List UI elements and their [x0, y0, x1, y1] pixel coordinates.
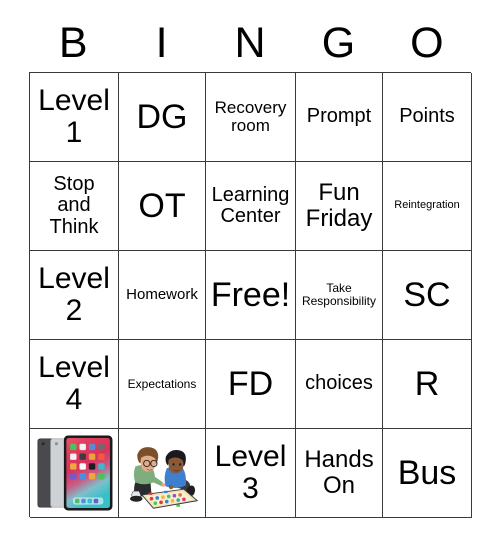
bingo-cell-label: Points: [399, 105, 455, 128]
bingo-cell-label: Homework: [126, 285, 198, 303]
bingo-cell-n1[interactable]: Recovery room: [206, 73, 296, 162]
bingo-cell-o4[interactable]: R: [383, 340, 472, 429]
bingo-cell-label: Level 1: [38, 83, 110, 149]
bingo-cell-g4[interactable]: choices: [296, 340, 383, 429]
bingo-cell-b2[interactable]: Stop and Think: [30, 162, 119, 251]
bingo-cell-label: Recovery room: [214, 97, 287, 135]
bingo-header-letter-b: B: [58, 18, 88, 67]
bingo-cell-label: Bus: [397, 453, 457, 492]
bingo-cell-label: R: [414, 364, 440, 403]
bingo-cell-label: Level 2: [38, 261, 110, 327]
bingo-cell-label: choices: [305, 372, 373, 395]
bingo-cell-label: Fun Friday: [305, 179, 373, 232]
bingo-cell-b1[interactable]: Level 1: [30, 73, 119, 162]
ipads-illustration: [32, 431, 116, 515]
bingo-cell-label: Stop and Think: [49, 172, 99, 238]
bingo-header-letter-o: O: [410, 18, 444, 67]
bingo-cell-label: Prompt: [306, 105, 372, 128]
bingo-cell-i1[interactable]: DG: [119, 73, 206, 162]
bingo-cell-b3[interactable]: Level 2: [30, 251, 119, 340]
bingo-cell-label: OT: [138, 186, 186, 225]
bingo-header-letter-i: I: [155, 18, 168, 67]
bingo-cell-g5[interactable]: Hands On: [296, 429, 383, 518]
bingo-cell-o2[interactable]: Reintegration: [383, 162, 472, 251]
bingo-cell-b5[interactable]: [30, 429, 119, 518]
bingo-cell-g1[interactable]: Prompt: [296, 73, 383, 162]
bingo-cell-o1[interactable]: Points: [383, 73, 472, 162]
bingo-header-letter-n: N: [234, 18, 266, 67]
bingo-cell-label: Hands On: [304, 446, 374, 499]
bingo-cell-o5[interactable]: Bus: [383, 429, 472, 518]
bingo-cell-label: Learning Center: [211, 183, 290, 227]
bingo-cell-label: Level 3: [214, 439, 287, 505]
bingo-header-row: B I N G O: [29, 14, 471, 72]
bingo-card: B I N G O Level 1 DG Recovery room Prompt Po…: [0, 0, 500, 544]
bingo-cell-label: Level 4: [38, 350, 110, 416]
bingo-cell-g2[interactable]: Fun Friday: [296, 162, 383, 251]
bingo-cell-label: FD: [227, 364, 274, 403]
bingo-cell-i5[interactable]: [119, 429, 206, 518]
bingo-cell-label: SC: [403, 275, 451, 314]
bingo-cell-i4[interactable]: Expectations: [119, 340, 206, 429]
bingo-cell-i2[interactable]: OT: [119, 162, 206, 251]
bingo-cell-n5[interactable]: Level 3: [206, 429, 296, 518]
bingo-cell-label: Take Responsibility: [301, 281, 377, 308]
bingo-cell-i3[interactable]: Homework: [119, 251, 206, 340]
bingo-cell-label: Expectations: [127, 376, 197, 391]
bingo-grid: Level 1 DG Recovery room Prompt Points Stop a…: [29, 72, 472, 518]
bingo-cell-n3[interactable]: Free!: [206, 251, 296, 340]
bingo-header-letter-g: G: [321, 18, 356, 67]
bingo-cell-g3[interactable]: Take Responsibility: [296, 251, 383, 340]
bingo-cell-label: DG: [136, 97, 188, 136]
bingo-cell-b4[interactable]: Level 4: [30, 340, 119, 429]
kids-playing-board-game-illustration: [121, 432, 203, 514]
bingo-cell-n2[interactable]: Learning Center: [206, 162, 296, 251]
bingo-cell-o3[interactable]: SC: [383, 251, 472, 340]
bingo-cell-n4[interactable]: FD: [206, 340, 296, 429]
bingo-cell-label: Reintegration: [394, 199, 460, 212]
bingo-cell-label: Free!: [210, 275, 291, 314]
